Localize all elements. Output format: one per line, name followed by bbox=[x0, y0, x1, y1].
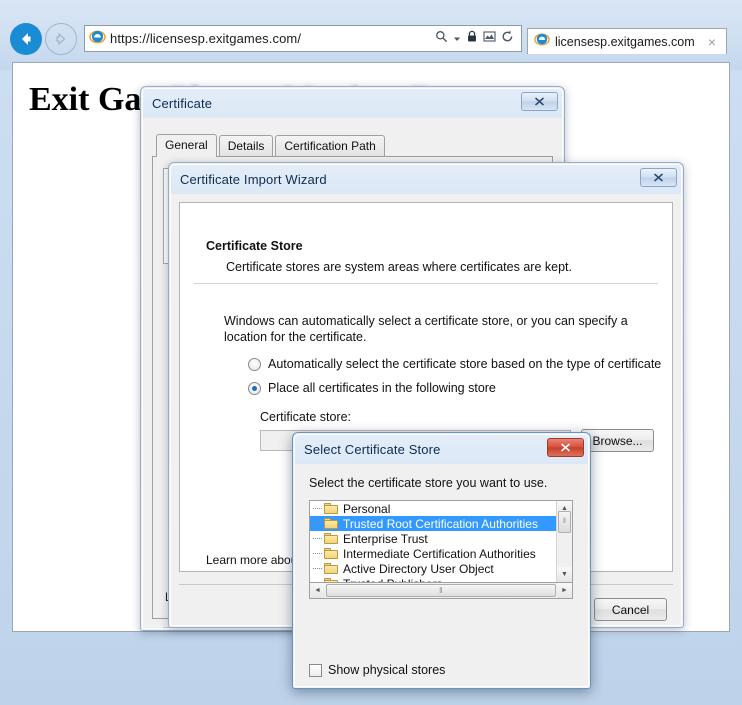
radio-icon[interactable] bbox=[248, 358, 261, 371]
radio-auto-select-label: Automatically select the certificate sto… bbox=[268, 357, 662, 371]
folder-icon bbox=[324, 503, 338, 514]
lock-icon[interactable] bbox=[466, 30, 478, 48]
forward-arrow-icon[interactable] bbox=[45, 23, 77, 55]
wizard-heading: Certificate Store bbox=[206, 239, 303, 253]
wizard-subheading: Certificate stores are system areas wher… bbox=[226, 260, 572, 274]
ie-logo-icon bbox=[89, 28, 106, 50]
tree-item-active-directory[interactable]: Active Directory User Object bbox=[310, 561, 556, 576]
compatibility-view-icon[interactable] bbox=[483, 30, 496, 48]
tree-line bbox=[313, 568, 322, 569]
vertical-scrollbar[interactable]: ▲ ‖ ▼ bbox=[556, 501, 572, 582]
tree-line bbox=[313, 538, 322, 539]
certificate-dialog-title: Certificate bbox=[152, 96, 213, 111]
select-store-titlebar[interactable]: Select Certificate Store bbox=[295, 435, 588, 464]
divider bbox=[194, 283, 658, 284]
tree-item-trusted-root[interactable]: Trusted Root Certification Authorities bbox=[310, 516, 556, 531]
radio-place-all-label: Place all certificates in the following … bbox=[268, 381, 496, 395]
wizard-title: Certificate Import Wizard bbox=[180, 172, 327, 187]
radio-place-all[interactable]: Place all certificates in the following … bbox=[248, 381, 496, 395]
radio-icon[interactable] bbox=[248, 382, 261, 395]
scroll-left-icon[interactable]: ◄ bbox=[310, 583, 325, 598]
certificate-dialog-titlebar[interactable]: Certificate bbox=[143, 89, 562, 118]
tree-item-label: Trusted Publishers bbox=[343, 577, 443, 583]
tree-line bbox=[313, 523, 322, 524]
scroll-right-icon[interactable]: ► bbox=[557, 583, 572, 598]
back-arrow-icon[interactable] bbox=[10, 23, 42, 55]
tree-item-label: Trusted Root Certification Authorities bbox=[343, 516, 538, 531]
wizard-description: Windows can automatically select a certi… bbox=[224, 314, 628, 344]
close-button[interactable] bbox=[521, 92, 558, 111]
certificate-store-tree[interactable]: Personal Trusted Root Certification Auth… bbox=[309, 500, 573, 583]
browser-tab[interactable]: licensesp.exitgames.com × bbox=[527, 28, 727, 54]
learn-more-text: Learn more about bbox=[206, 553, 305, 567]
tree-item-trusted-publishers[interactable]: Trusted Publishers bbox=[310, 576, 556, 582]
search-icon[interactable] bbox=[435, 30, 448, 48]
select-store-prompt: Select the certificate store you want to… bbox=[309, 476, 548, 490]
tab-details[interactable]: Details bbox=[218, 135, 274, 157]
browse-button[interactable]: Browse... bbox=[581, 429, 654, 452]
tree-item-label: Active Directory User Object bbox=[343, 561, 494, 576]
navigation-buttons bbox=[10, 22, 80, 56]
scrollbar-thumb[interactable]: ‖ bbox=[558, 510, 571, 533]
tree-line bbox=[313, 508, 322, 509]
close-button[interactable] bbox=[547, 438, 584, 457]
select-store-body: Select the certificate store you want to… bbox=[295, 464, 588, 686]
tree-item-label: Intermediate Certification Authorities bbox=[343, 546, 536, 561]
checkbox-icon[interactable] bbox=[309, 663, 322, 677]
scroll-down-icon[interactable]: ▼ bbox=[557, 567, 572, 582]
tree-item-intermediate[interactable]: Intermediate Certification Authorities bbox=[310, 546, 556, 561]
close-icon[interactable]: × bbox=[704, 35, 720, 49]
address-input[interactable]: https://licensesp.exitgames.com/ bbox=[106, 31, 435, 46]
tab-certification-path[interactable]: Certification Path bbox=[275, 135, 385, 157]
folder-icon bbox=[324, 518, 338, 529]
show-physical-stores-label: Show physical stores bbox=[328, 663, 446, 677]
ie-logo-icon bbox=[534, 31, 550, 52]
folder-icon bbox=[324, 533, 338, 544]
tree-list[interactable]: Personal Trusted Root Certification Auth… bbox=[310, 501, 556, 582]
tree-line bbox=[313, 553, 322, 554]
refresh-icon[interactable] bbox=[501, 30, 514, 48]
select-store-title: Select Certificate Store bbox=[304, 442, 441, 457]
select-certificate-store-dialog[interactable]: Select Certificate Store Select the cert… bbox=[292, 432, 591, 689]
wizard-buttons: Cancel bbox=[594, 598, 667, 621]
radio-auto-select[interactable]: Automatically select the certificate sto… bbox=[248, 357, 661, 371]
chevron-down-icon[interactable] bbox=[453, 30, 461, 48]
wizard-titlebar[interactable]: Certificate Import Wizard bbox=[171, 165, 681, 194]
certificate-store-label: Certificate store: bbox=[260, 410, 352, 424]
tab-strip: licensesp.exitgames.com × bbox=[527, 28, 727, 54]
show-physical-stores-row[interactable]: Show physical stores bbox=[309, 663, 445, 677]
folder-icon bbox=[324, 563, 338, 574]
tab-general[interactable]: General bbox=[156, 134, 217, 157]
scrollbar-thumb[interactable]: ‖ bbox=[326, 584, 556, 597]
folder-icon bbox=[324, 548, 338, 559]
browser-window: https://licensesp.exitgames.com/ license… bbox=[0, 0, 742, 705]
horizontal-scrollbar[interactable]: ◄ ‖ ► bbox=[309, 583, 573, 599]
certificate-tabs: General Details Certification Path bbox=[152, 134, 553, 157]
folder-icon bbox=[324, 578, 338, 582]
close-button[interactable] bbox=[640, 168, 677, 187]
tree-item-label: Personal bbox=[343, 501, 391, 516]
cancel-button[interactable]: Cancel bbox=[594, 598, 667, 621]
tree-item-enterprise-trust[interactable]: Enterprise Trust bbox=[310, 531, 556, 546]
tab-title: licensesp.exitgames.com bbox=[555, 34, 695, 49]
tree-item-label: Enterprise Trust bbox=[343, 531, 428, 546]
address-bar[interactable]: https://licensesp.exitgames.com/ bbox=[84, 25, 522, 52]
tree-item-personal[interactable]: Personal bbox=[310, 501, 556, 516]
